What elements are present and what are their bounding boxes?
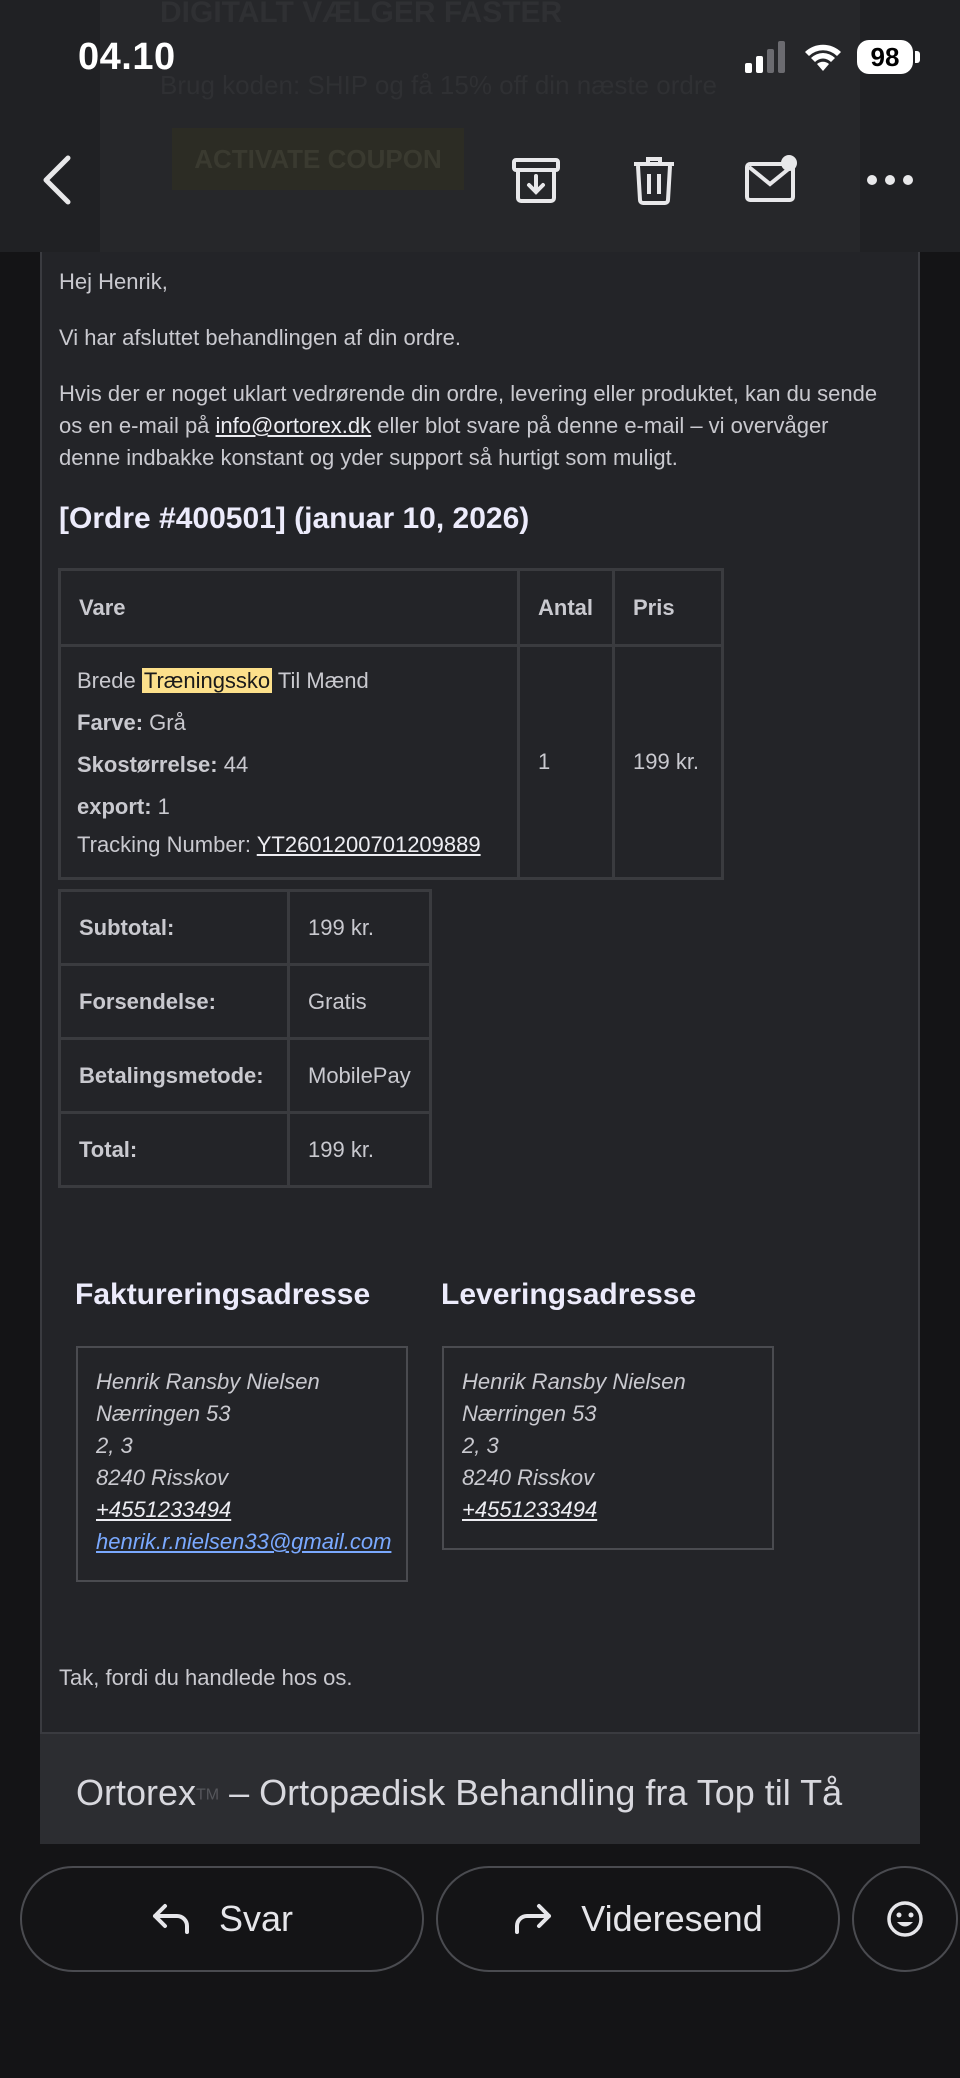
footer-text: OrtorexTM – Ortopædisk Behandling fra To… xyxy=(76,1772,842,1814)
support-email-link[interactable]: info@ortorex.dk xyxy=(216,413,372,438)
billing-address: Henrik Ransby Nielsen Nærringen 53 2, 3 … xyxy=(76,1346,408,1582)
total-label: Total: xyxy=(61,1114,287,1185)
footer-tm: TM xyxy=(196,1786,220,1804)
billing-phone-link[interactable]: +4551233494 xyxy=(96,1494,388,1526)
banner-button[interactable]: ACTIVATE COUPON xyxy=(172,128,464,190)
totals-table: Subtotal: 199 kr. Forsendelse: Gratis Beta… xyxy=(58,889,432,1188)
color-value: Grå xyxy=(143,710,186,735)
color-label: Farve: xyxy=(77,710,144,735)
status-icons: 98 xyxy=(745,40,920,74)
product-size: Skostørrelse: 44 xyxy=(77,749,501,781)
shipping-heading: Leveringsadresse xyxy=(441,1278,697,1311)
col-qty: Antal xyxy=(520,571,612,644)
trash-icon[interactable] xyxy=(626,152,682,208)
subtotal-label: Subtotal: xyxy=(61,892,287,963)
shipping-address: Henrik Ransby Nielsen Nærringen 53 2, 3 … xyxy=(442,1346,774,1550)
product-price: 199 kr. xyxy=(615,647,721,877)
table-row: Forsendelse: Gratis xyxy=(61,966,429,1037)
product-qty: 1 xyxy=(520,647,612,877)
product-export: export: 1 xyxy=(77,791,501,823)
status-time: 04.10 xyxy=(78,36,176,78)
order-heading: [Ordre #400501] (januar 10, 2026) xyxy=(59,502,530,535)
footer-brand: Ortorex xyxy=(76,1772,197,1813)
reply-icon xyxy=(152,1904,189,1934)
footer-banner: OrtorexTM – Ortopædisk Behandling fra To… xyxy=(40,1734,920,1844)
shipping-label: Forsendelse: xyxy=(61,966,287,1037)
subtotal-value: 199 kr. xyxy=(290,892,429,963)
billing-street: Nærringen 53 xyxy=(96,1401,231,1426)
back-icon[interactable] xyxy=(28,152,84,208)
product-color: Farve: Grå xyxy=(77,707,501,739)
tracking-link[interactable]: YT2601200701209889 xyxy=(257,832,481,857)
email-body: Hej Henrik, Vi har afsluttet behandlinge… xyxy=(40,252,920,1734)
battery-tip xyxy=(915,51,920,63)
shipping-street: Nærringen 53 xyxy=(462,1401,597,1426)
size-label: Skostørrelse: xyxy=(77,752,218,777)
emoji-icon xyxy=(887,1901,923,1937)
export-label: export: xyxy=(77,794,152,819)
footer-tagline: – Ortopædisk Behandling fra Top til Tå xyxy=(219,1772,843,1813)
signal-icon xyxy=(745,41,785,73)
table-row: Brede Træningssko Til Mænd Farve: Grå Sk… xyxy=(61,647,721,877)
tracking-row: Tracking Number: YT2601200701209889 xyxy=(77,829,501,861)
product-name-part: Brede xyxy=(77,668,142,693)
total-value: 199 kr. xyxy=(290,1114,429,1185)
payment-value: MobilePay xyxy=(290,1040,429,1111)
export-value: 1 xyxy=(151,794,170,819)
product-name-part: Til Mænd xyxy=(272,668,369,693)
banner-subline: Brug koden: SHIP og få 15% off din næste… xyxy=(160,70,717,100)
wifi-icon xyxy=(805,44,841,71)
billing-email-link[interactable]: henrik.r.nielsen33@gmail.com xyxy=(96,1526,391,1558)
product-name-highlight: Træningssko xyxy=(141,668,273,693)
product-cell: Brede Træningssko Til Mænd Farve: Grå Sk… xyxy=(61,647,517,877)
billing-name: Henrik Ransby Nielsen xyxy=(96,1369,320,1394)
billing-city: 8240 Risskov xyxy=(96,1465,229,1490)
tracking-label: Tracking Number: xyxy=(77,832,257,857)
reply-button[interactable]: Svar xyxy=(20,1866,424,1972)
shipping-phone-link[interactable]: +4551233494 xyxy=(462,1494,754,1526)
forward-label: Videresend xyxy=(581,1898,763,1939)
product-name: Brede Træningssko Til Mænd xyxy=(77,665,501,697)
intro-text: Vi har afsluttet behandlingen af din ord… xyxy=(59,325,461,350)
banner-headline: DIGITALT VÆLGER FASTER xyxy=(160,0,563,29)
size-value: 44 xyxy=(217,752,249,777)
emoji-button[interactable] xyxy=(852,1866,958,1972)
col-price: Pris xyxy=(615,571,721,644)
payment-label: Betalingsmetode: xyxy=(61,1040,287,1111)
thanks-text: Tak, fordi du handlede hos os. xyxy=(59,1665,353,1690)
mark-unread-icon[interactable] xyxy=(744,152,800,208)
support-paragraph: Hvis der er noget uklart vedrørende din … xyxy=(59,378,879,474)
order-table: Vare Antal Pris Brede Træningssko Til Mæ… xyxy=(58,568,724,880)
battery-indicator: 98 xyxy=(857,40,913,74)
col-item: Vare xyxy=(61,571,517,644)
billing-unit: 2, 3 xyxy=(96,1433,133,1458)
shipping-name: Henrik Ransby Nielsen xyxy=(462,1369,686,1394)
greeting: Hej Henrik, xyxy=(59,269,168,294)
billing-heading: Faktureringsadresse xyxy=(75,1278,371,1311)
top-toolbar: DIGITALT VÆLGER FASTER Brug koden: SHIP … xyxy=(0,0,960,252)
table-row: Total: 199 kr. xyxy=(61,1114,429,1185)
table-row: Subtotal: 199 kr. xyxy=(61,892,429,963)
banner-ghost: DIGITALT VÆLGER FASTER Brug koden: SHIP … xyxy=(100,0,860,252)
forward-icon xyxy=(515,1904,552,1934)
table-row: Betalingsmetode: MobilePay xyxy=(61,1040,429,1111)
shipping-value: Gratis xyxy=(290,966,429,1037)
archive-icon[interactable] xyxy=(508,152,564,208)
shipping-city: 8240 Risskov xyxy=(462,1465,595,1490)
reply-label: Svar xyxy=(218,1898,294,1939)
forward-button[interactable]: Videresend xyxy=(436,1866,840,1972)
more-icon[interactable] xyxy=(862,152,918,208)
shipping-unit: 2, 3 xyxy=(462,1433,499,1458)
